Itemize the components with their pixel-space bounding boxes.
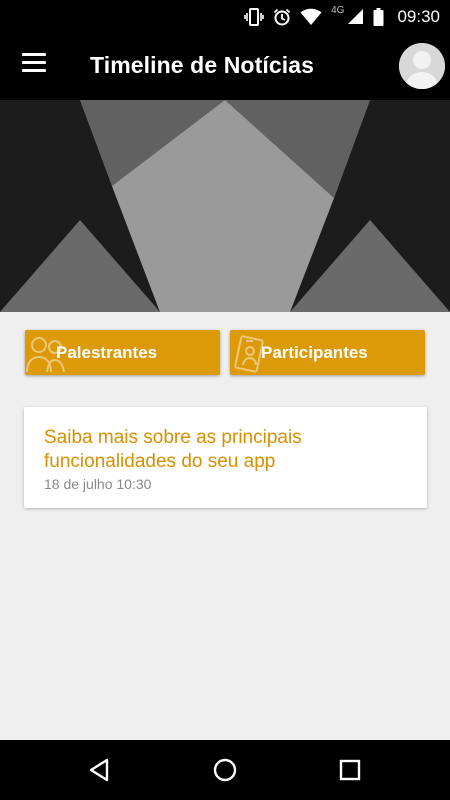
app-bar: Timeline de Notícias (0, 33, 450, 100)
shortcut-tiles: Palestrantes Participantes (25, 330, 425, 375)
status-time: 09:30 (397, 6, 440, 26)
page-title: Timeline de Notícias (90, 52, 314, 78)
news-title: Saiba mais sobre as principais funcional… (44, 427, 302, 472)
news-date: 18 de julho 10:30 (44, 476, 152, 492)
battery-icon (373, 7, 384, 26)
alarm-icon (273, 8, 291, 25)
home-icon[interactable] (209, 754, 241, 786)
status-bar: 4G 09:30 (0, 0, 450, 33)
speakers-label: Palestrantes (56, 343, 158, 362)
news-card[interactable]: Saiba mais sobre as principais funcional… (24, 407, 427, 508)
cell-signal-icon (348, 9, 364, 24)
participants-button[interactable]: Participantes (230, 330, 425, 375)
speakers-button[interactable]: Palestrantes (25, 330, 220, 375)
hamburger-menu-icon[interactable] (22, 53, 48, 79)
wifi-icon (300, 8, 322, 25)
network-type-label: 4G (331, 5, 345, 16)
user-avatar-icon[interactable] (399, 43, 445, 89)
system-nav-bar (0, 740, 450, 800)
recents-icon[interactable] (334, 754, 366, 786)
vibrate-icon (244, 7, 264, 26)
status-icons: 4G 09:30 (244, 0, 440, 33)
back-icon[interactable] (84, 754, 116, 786)
header-banner-image (0, 100, 450, 312)
participants-label: Participantes (261, 343, 368, 362)
